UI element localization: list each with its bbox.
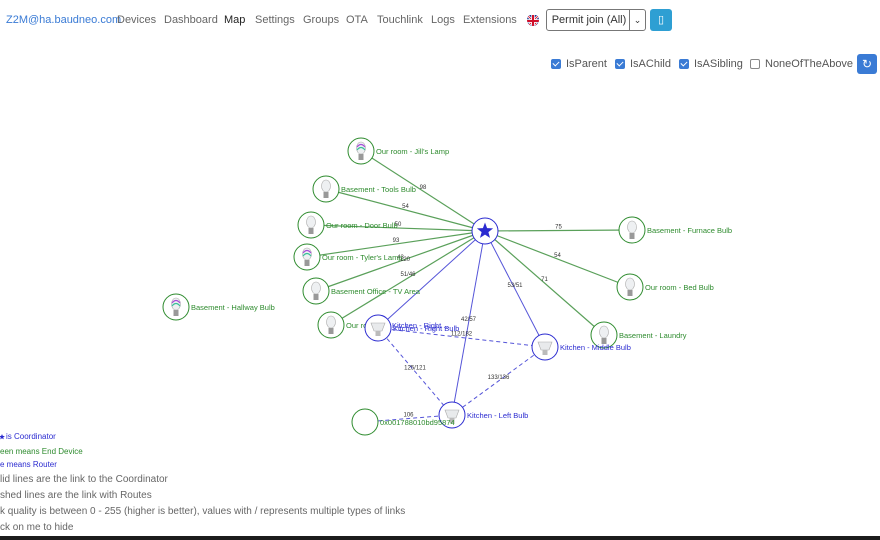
bulb-base (542, 350, 548, 355)
bulb-base (328, 328, 334, 334)
link-quality-label: 51/46 (400, 272, 416, 278)
link-line (451, 346, 546, 416)
device-label: Kitchen - Right ... (392, 321, 450, 330)
bulb-glass (321, 179, 331, 193)
legend-end-device[interactable]: een means End Device (0, 447, 83, 456)
bulb-base (629, 233, 635, 239)
link-line (377, 230, 486, 329)
link-line (484, 230, 546, 348)
bulb-base (304, 260, 310, 266)
link-quality-label: 133/136 (488, 375, 510, 381)
link-quality-label: 54 (402, 204, 409, 210)
link-line (484, 230, 605, 336)
bulb-base (627, 290, 633, 296)
help-dashed-lines[interactable]: shed lines are the link with Routes (0, 490, 152, 501)
bulb-glass (306, 215, 316, 229)
bulb-glass (625, 277, 635, 291)
device-label: Basement - Hallway Bulb (191, 303, 275, 312)
device-node-office[interactable]: Basement Office - TV Area (302, 277, 421, 305)
link-quality-label: 93 (393, 238, 400, 244)
device-label: Basement - Tools Bulb (341, 185, 416, 194)
bulb-base (375, 331, 381, 336)
bulb-glass (599, 325, 609, 339)
device-node-hallway[interactable]: Basement - Hallway Bulb (162, 293, 275, 321)
link-quality-label: 53/51 (507, 283, 523, 289)
device-label: Our room - Door Bulb (326, 221, 398, 230)
bulb-glass (627, 220, 637, 234)
help-link-quality[interactable]: k quality is between 0 - 255 (higher is … (0, 506, 405, 517)
device-label: 0x001788010bd95874 (380, 418, 455, 427)
device-label: Basement - Furnace Bulb (647, 226, 732, 235)
device-label: Our room - Bed Bulb (645, 283, 714, 292)
device-label: Basement - Laundry (619, 331, 687, 340)
link-line (377, 327, 453, 416)
device-label: Our room - Jill's Lamp (376, 147, 449, 156)
device-label: Kitchen - Middle Bulb (560, 343, 631, 352)
link-quality-label: 42/57 (461, 317, 477, 323)
link-quality-label: 75 (555, 225, 562, 231)
device-label: Our room - Tyler's Lamp (322, 253, 402, 262)
device-node-door[interactable]: Our room - Door Bulb (297, 211, 398, 239)
device-node-jill[interactable]: Our room - Jill's Lamp (347, 137, 449, 165)
bottom-bar (0, 536, 880, 540)
bulb-base (323, 192, 329, 198)
link-quality-label: 125/121 (404, 366, 426, 372)
bulb-base (308, 228, 314, 234)
help-click-to-hide[interactable]: ck on me to hide (0, 522, 73, 533)
help-solid-lines[interactable]: lid lines are the link to the Coordinato… (0, 474, 168, 485)
bulb-base (313, 294, 319, 300)
device-node-tools[interactable]: Basement - Tools Bulb (312, 175, 416, 203)
device-label: Basement Office - TV Area (331, 287, 421, 296)
bulb-base (173, 310, 179, 316)
bulb-base (358, 154, 364, 160)
device-label: Kitchen - Left Bulb (467, 411, 528, 420)
legend-router[interactable]: e means Router (0, 460, 57, 469)
bulb-glass (326, 315, 336, 329)
link-quality-label: 54 (554, 253, 561, 259)
link-quality-label: 98 (420, 185, 427, 191)
link-line (451, 230, 486, 416)
link-quality-label: 71 (541, 277, 548, 283)
legend-coordinator-text: is Coordinator (6, 432, 56, 441)
legend-coordinator[interactable]: is Coordinator (0, 432, 56, 441)
link-line (484, 230, 631, 288)
node-circle[interactable] (351, 408, 379, 436)
coordinator-node[interactable] (471, 217, 499, 245)
network-map: 985450934351/4675547153/5142/57112/18212… (0, 137, 732, 440)
bulb-glass (311, 281, 321, 295)
device-node-furnace[interactable]: Basement - Furnace Bulb (618, 216, 732, 244)
device-node-bed[interactable]: Our room - Bed Bulb (616, 273, 714, 301)
